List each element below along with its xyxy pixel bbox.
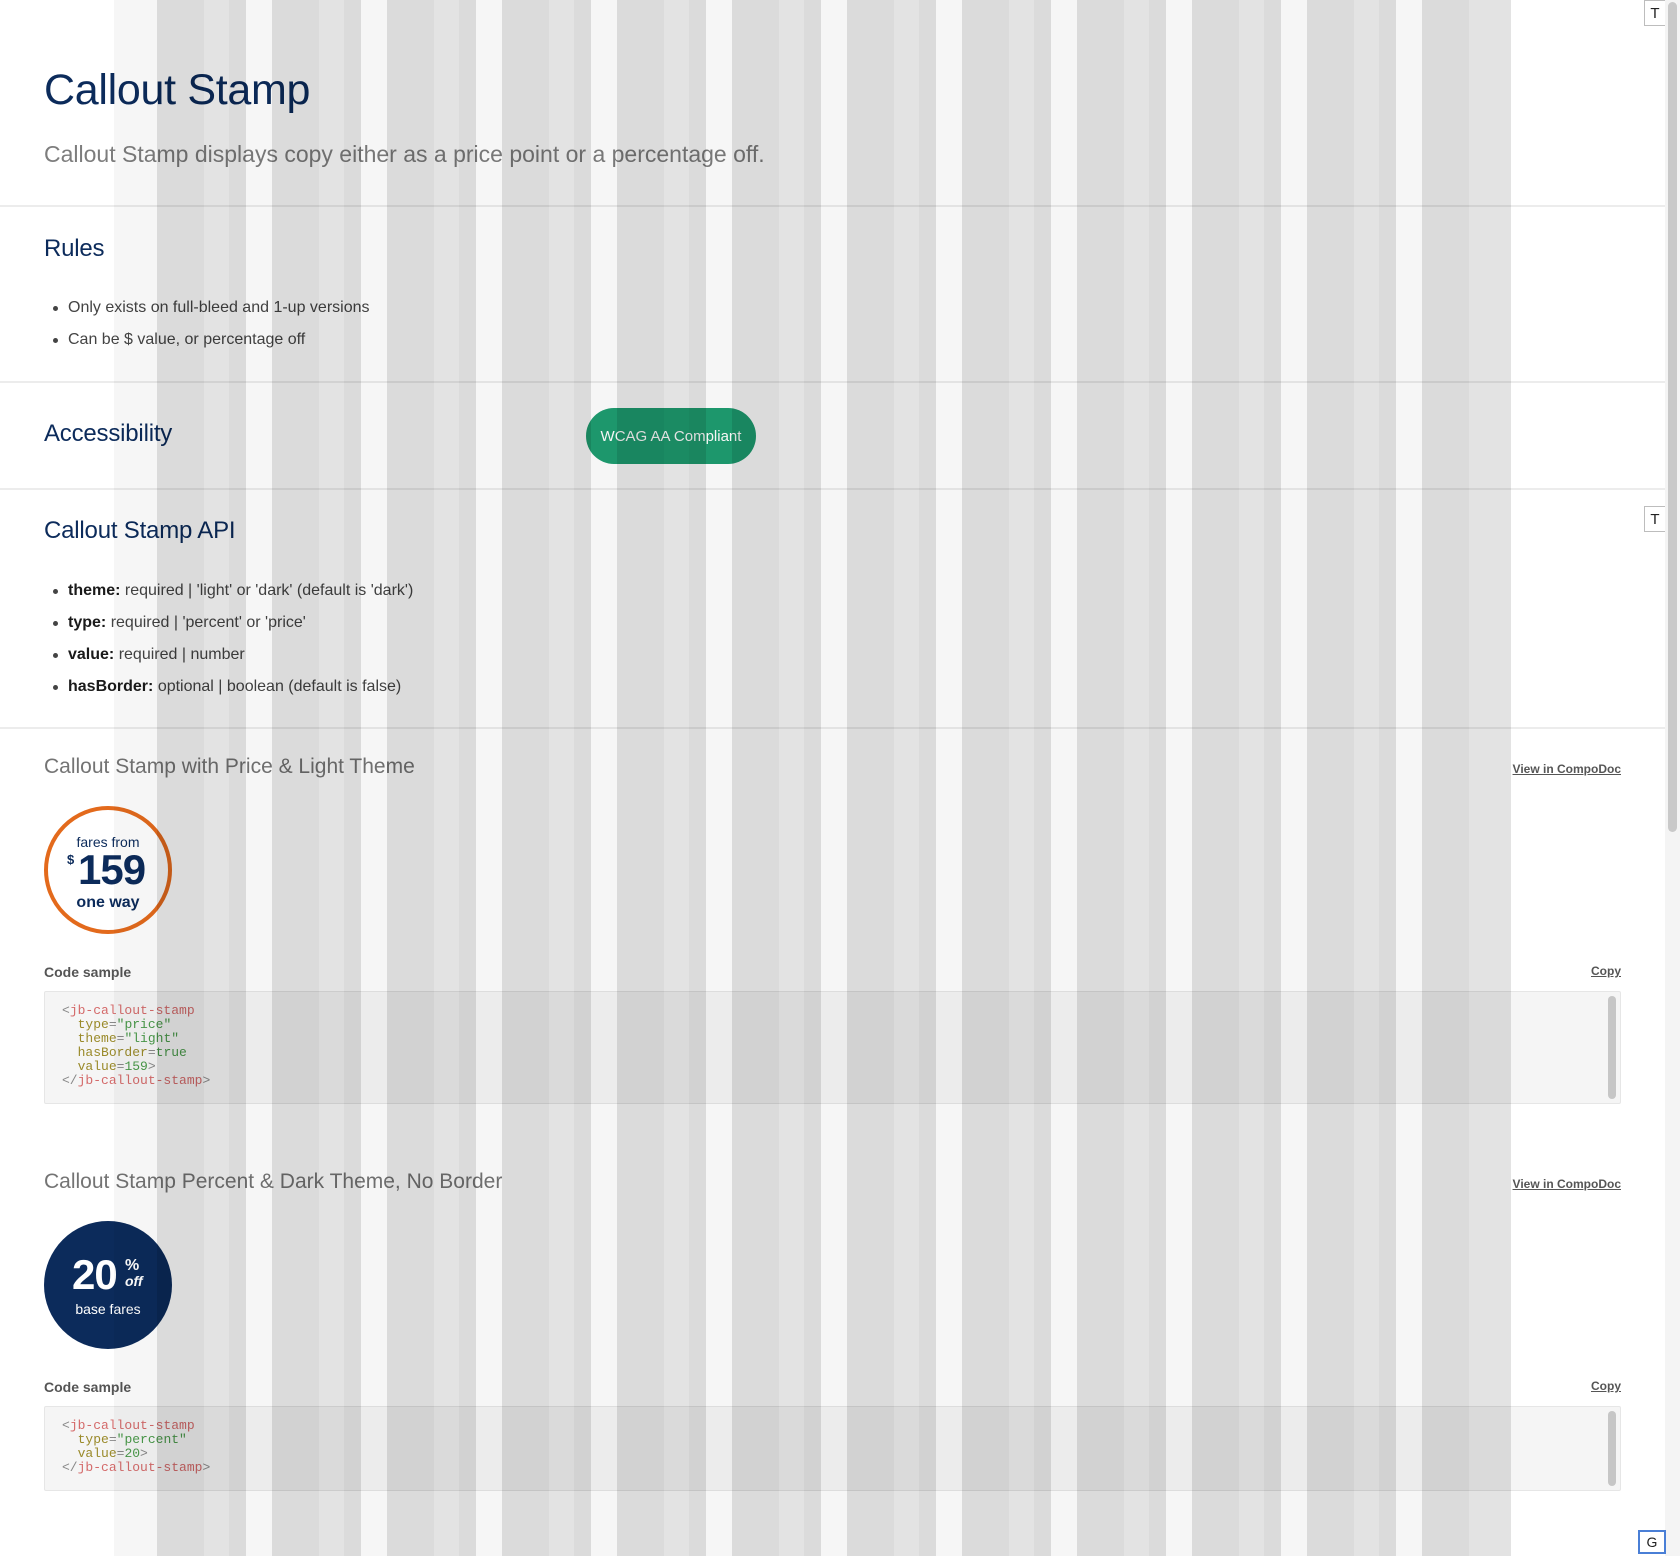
stamp-value-row: 20 % off [44,1251,172,1298]
code-block[interactable]: <jb-callout-stamp type="price" theme="li… [44,991,1621,1104]
callout-stamp-percent: 20 % off base fares [44,1221,172,1349]
api-prop-desc: required | 'light' or 'dark' (default is… [124,582,414,599]
stamp-bottom-text: one way [76,894,140,911]
list-item: theme: required | 'light' or 'dark' (def… [52,581,414,613]
divider [0,727,1665,729]
code-text: <jb-callout-stamp type="percent" value=2… [62,1418,211,1475]
example-title: Callout Stamp Percent & Dark Theme, No B… [44,1170,503,1193]
page: Callout Stamp Callout Stamp displays cop… [0,0,1665,1556]
divider [0,205,1665,207]
stamp-value-row: $ 159 [48,846,168,893]
divider [0,488,1665,490]
accessibility-heading: Accessibility [44,420,173,447]
callout-stamp-price: fares from $ 159 one way [44,806,172,934]
page-scrollbar[interactable] [1665,0,1680,1556]
list-item: value: required | number [52,645,413,677]
api-prop-name: value: [68,646,115,663]
code-sample-label: Code sample [44,964,132,980]
toggle-mid-button[interactable]: T [1644,506,1666,532]
view-in-compodoc-link[interactable]: View in CompoDoc [1513,1177,1621,1191]
code-scrollbar[interactable] [1608,1411,1616,1486]
code-text: <jb-callout-stamp type="price" theme="li… [62,1003,211,1088]
list-item: hasBorder: optional | boolean (default i… [52,677,413,709]
api-prop-desc: required | 'percent' or 'price' [110,614,306,631]
wcag-badge: WCAG AA Compliant [586,408,756,464]
api-prop-name: type: [68,614,107,631]
page-scrollbar-thumb[interactable] [1668,2,1677,832]
stamp-value: 159 [78,846,146,893]
grid-toggle-button[interactable]: G [1638,1530,1666,1554]
stamp-off: off [125,1273,143,1289]
list-item: Only exists on full-bleed and 1-up versi… [53,298,370,330]
api-prop-desc: required | number [118,646,245,663]
rules-list: Only exists on full-bleed and 1-up versi… [53,298,370,362]
list-item: type: required | 'percent' or 'price' [52,613,413,645]
stamp-currency: $ [67,852,75,867]
api-prop-desc: optional | boolean (default is false) [157,678,402,695]
rules-heading: Rules [44,235,105,262]
toggle-top-button[interactable]: T [1644,0,1666,26]
code-sample-label: Code sample [44,1379,132,1395]
list-item: Can be $ value, or percentage off [53,330,370,362]
stamp-bottom-text: base fares [75,1301,141,1317]
example-title: Callout Stamp with Price & Light Theme [44,755,415,778]
api-heading: Callout Stamp API [44,517,236,544]
code-block[interactable]: <jb-callout-stamp type="percent" value=2… [44,1406,1621,1491]
api-list: theme: required | 'light' or 'dark' (def… [52,581,414,709]
code-scrollbar[interactable] [1608,996,1616,1099]
divider [0,381,1665,383]
copy-button[interactable]: Copy [1591,964,1621,978]
copy-button[interactable]: Copy [1591,1379,1621,1393]
stamp-value: 20 [72,1251,118,1298]
view-in-compodoc-link[interactable]: View in CompoDoc [1513,762,1621,776]
page-title: Callout Stamp [44,66,311,114]
api-prop-name: theme: [68,582,121,599]
api-prop-name: hasBorder: [68,678,154,695]
page-subtitle: Callout Stamp displays copy either as a … [44,141,765,167]
